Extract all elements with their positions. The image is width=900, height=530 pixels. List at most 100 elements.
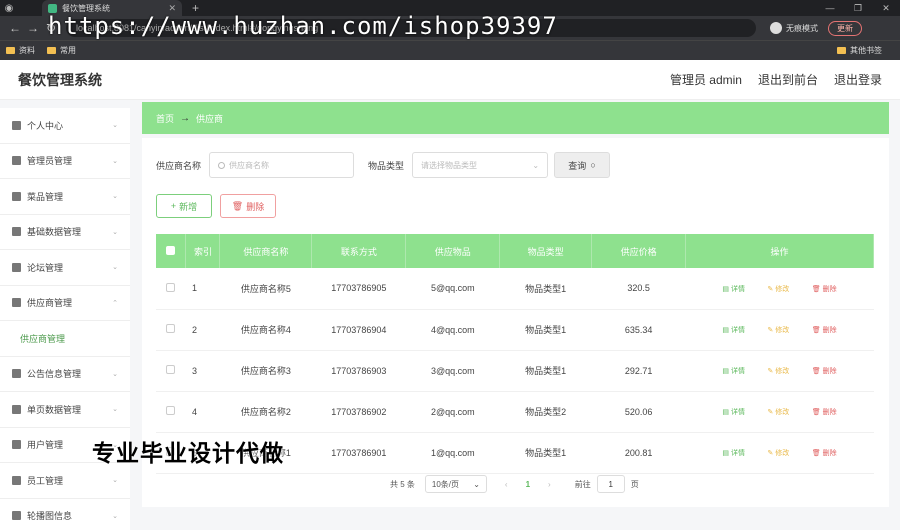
breadcrumb-current: 供应商 bbox=[196, 113, 224, 124]
logout-link[interactable]: 退出登录 bbox=[834, 71, 882, 88]
cell-supply-price: 200.81 bbox=[624, 447, 653, 458]
breadcrumb-home[interactable]: 首页 bbox=[156, 112, 174, 125]
col-supply-item[interactable]: 供应物品 bbox=[405, 234, 501, 268]
carousel-icon bbox=[12, 511, 21, 521]
sidebar-subitem-supplier[interactable]: 供应商管理 bbox=[0, 321, 130, 357]
back-icon[interactable]: ← bbox=[6, 21, 24, 35]
folder-icon bbox=[47, 47, 56, 54]
row-checkbox[interactable] bbox=[166, 406, 176, 415]
plus-icon: + bbox=[170, 201, 177, 211]
restore-icon[interactable]: ❐ bbox=[844, 3, 872, 14]
query-button[interactable]: 查询 ○ bbox=[554, 152, 611, 178]
col-supply-price[interactable]: 供应价格 bbox=[591, 234, 687, 268]
row-checkbox[interactable] bbox=[166, 324, 176, 333]
supplier-name-input[interactable]: 供应商名称 bbox=[209, 152, 355, 178]
chevron-down-icon: ⌄ bbox=[112, 264, 118, 272]
item-type-select[interactable]: 请选择物品类型 ⌄ bbox=[412, 152, 549, 178]
staff-icon bbox=[12, 475, 21, 485]
delete-button[interactable]: 🗑 删除 bbox=[812, 284, 837, 294]
minimize-icon[interactable]: — bbox=[816, 3, 844, 14]
page-size-select[interactable]: 10条/页 ⌄ bbox=[424, 475, 487, 493]
edit-button[interactable]: ✎ 修改 bbox=[767, 325, 789, 335]
chevron-down-icon: ⌄ bbox=[112, 370, 118, 378]
bookmark-folder-1[interactable]: 常用 bbox=[47, 45, 76, 56]
sidebar-item-forum[interactable]: 论坛管理 ⌄ bbox=[0, 250, 130, 286]
sidebar-item-supplier[interactable]: 供应商管理 ⌃ bbox=[0, 286, 130, 321]
edit-button[interactable]: ✎ 修改 bbox=[767, 448, 789, 458]
sidebar-item-dishes[interactable]: 菜品管理 ⌄ bbox=[0, 179, 130, 215]
current-page[interactable]: 1 bbox=[526, 480, 530, 489]
goto-page-input[interactable]: 1 bbox=[596, 475, 625, 493]
dish-icon bbox=[12, 191, 21, 201]
delete-button[interactable]: 🗑 删除 bbox=[812, 325, 837, 335]
close-window-icon[interactable]: ✕ bbox=[872, 3, 900, 14]
detail-button[interactable]: ▤ 详情 bbox=[722, 325, 745, 335]
cell-supply-item: 2@qq.com bbox=[430, 406, 475, 417]
window-controls: — ❐ ✕ bbox=[816, 3, 900, 14]
prev-page-icon[interactable]: ‹ bbox=[505, 480, 508, 489]
update-button[interactable]: 更新 bbox=[828, 20, 862, 36]
batch-delete-button[interactable]: 🗑 删除 bbox=[220, 194, 276, 218]
chevron-down-icon: ⌄ bbox=[473, 479, 480, 489]
edit-button[interactable]: ✎ 修改 bbox=[767, 284, 789, 294]
chevron-down-icon: ⌄ bbox=[112, 512, 118, 520]
search-icon: ○ bbox=[590, 160, 596, 170]
chevron-down-icon: ⌄ bbox=[112, 193, 118, 201]
page-unit-label: 页 bbox=[630, 479, 639, 489]
chevron-down-icon: ⌄ bbox=[532, 160, 540, 170]
current-user: 管理员 admin bbox=[669, 73, 742, 87]
row-checkbox[interactable] bbox=[166, 365, 176, 374]
sidebar-item-admin[interactable]: 管理员管理 ⌄ bbox=[0, 144, 130, 179]
sidebar-item-profile[interactable]: 个人中心 ⌄ bbox=[0, 108, 130, 144]
bookmarks-bar: 资料 常用 其他书签 bbox=[0, 40, 900, 60]
table-row: 4 供应商名称2 17703786902 2@qq.com 物品类型2 520.… bbox=[156, 391, 874, 432]
delete-button[interactable]: 🗑 删除 bbox=[812, 366, 837, 376]
sidebar-item-singlepage[interactable]: 单页数据管理 ⌄ bbox=[0, 392, 130, 428]
table-row: 2 供应商名称4 17703786904 4@qq.com 物品类型1 635.… bbox=[156, 309, 874, 350]
cell-contact: 17703786903 bbox=[331, 365, 387, 376]
forward-icon[interactable]: → bbox=[24, 21, 42, 35]
cell-supply-price: 635.34 bbox=[624, 324, 653, 335]
col-contact[interactable]: 联系方式 bbox=[311, 234, 407, 268]
next-page-icon[interactable]: › bbox=[548, 480, 551, 489]
select-all-checkbox[interactable] bbox=[166, 245, 176, 255]
row-checkbox[interactable] bbox=[166, 282, 176, 292]
select-all-header[interactable] bbox=[156, 234, 187, 268]
delete-button[interactable]: 🗑 删除 bbox=[812, 407, 837, 417]
detail-button[interactable]: ▤ 详情 bbox=[722, 407, 745, 417]
sidebar-item-carousel[interactable]: 轮播图信息 ⌄ bbox=[0, 499, 130, 530]
edit-button[interactable]: ✎ 修改 bbox=[767, 366, 789, 376]
sidebar-item-notice[interactable]: 公告信息管理 ⌄ bbox=[0, 357, 130, 392]
col-item-type[interactable]: 物品类型 bbox=[499, 234, 593, 268]
admin-icon bbox=[12, 156, 21, 166]
add-button[interactable]: + 新增 bbox=[156, 194, 212, 218]
app-title: 餐饮管理系统 bbox=[18, 71, 102, 88]
col-index: 索引 bbox=[185, 234, 221, 268]
trash-icon: 🗑 bbox=[231, 200, 244, 211]
search-row: 供应商名称 供应商名称 物品类型 请选择物品类型 ⌄ 查询 ○ bbox=[156, 152, 611, 178]
cell-index: 4 bbox=[191, 406, 197, 417]
incognito-indicator[interactable]: 无痕模式 bbox=[770, 22, 818, 34]
bookmark-folder-0[interactable]: 资料 bbox=[6, 45, 35, 56]
detail-button[interactable]: ▤ 详情 bbox=[722, 448, 745, 458]
chevron-down-icon: ⌄ bbox=[112, 122, 118, 130]
detail-button[interactable]: ▤ 详情 bbox=[722, 366, 745, 376]
search-icon bbox=[218, 161, 226, 169]
browser-menu-icon[interactable]: ◉ bbox=[0, 3, 18, 14]
cell-supplier-name: 供应商名称4 bbox=[240, 325, 291, 335]
col-supplier-name[interactable]: 供应商名称 bbox=[219, 234, 313, 268]
supplier-icon bbox=[12, 298, 21, 308]
item-type-label: 物品类型 bbox=[368, 160, 405, 171]
chevron-down-icon: ⌄ bbox=[112, 477, 118, 485]
to-front-link[interactable]: 退出到前台 bbox=[758, 71, 818, 88]
detail-button[interactable]: ▤ 详情 bbox=[722, 284, 745, 294]
cell-index: 3 bbox=[191, 365, 197, 376]
cell-contact: 17703786901 bbox=[331, 447, 387, 458]
pagination: 共 5 条 10条/页 ⌄ ‹ 1 › 前往 1 页 bbox=[390, 475, 639, 493]
chevron-down-icon: ⌄ bbox=[112, 406, 118, 414]
edit-button[interactable]: ✎ 修改 bbox=[767, 407, 789, 417]
sidebar-item-staff[interactable]: 员工管理 ⌄ bbox=[0, 463, 130, 499]
bookmark-other[interactable]: 其他书签 bbox=[837, 45, 882, 56]
delete-button[interactable]: 🗑 删除 bbox=[812, 448, 837, 458]
sidebar-item-basedata[interactable]: 基础数据管理 ⌄ bbox=[0, 215, 130, 250]
